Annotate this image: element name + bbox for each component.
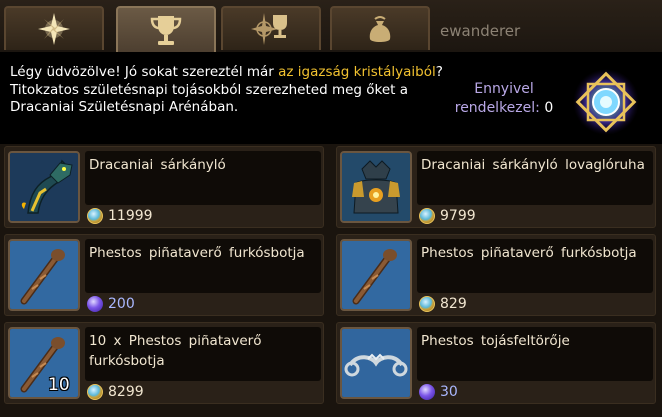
item-price-value: 11999: [108, 208, 153, 224]
item-name-box: 10 x Phestos piñataverő furkósbotja: [85, 327, 321, 381]
riding-armor-icon[interactable]: [340, 151, 412, 223]
club-icon[interactable]: 10: [8, 327, 80, 399]
item-price: 11999: [87, 207, 153, 225]
item-name: Phestos piñataverő furkósbotja: [89, 245, 305, 261]
tab-trophy[interactable]: [116, 6, 216, 52]
item-price: 829: [419, 295, 467, 313]
trophy-icon: [150, 16, 182, 45]
shop-item-card[interactable]: Dracaniai sárkányló lovaglóruha 9799: [336, 146, 656, 228]
item-name-box: Phestos tojásfeltörője: [417, 327, 653, 381]
shop-item-card[interactable]: Phestos piñataverő furkósbotja 829: [336, 234, 656, 316]
item-name-box: Phestos piñataverő furkósbotja: [85, 239, 321, 293]
gold-coin-icon: [87, 208, 103, 224]
compass-trophy-icon: [251, 13, 287, 45]
egg-cracker-icon[interactable]: [340, 327, 412, 399]
item-price-value: 9799: [440, 208, 476, 224]
gold-coin-icon: [419, 296, 435, 312]
username: ewanderer: [440, 22, 521, 40]
item-name: Dracaniai sárkányló: [89, 157, 226, 173]
truth-crystal-icon: [573, 69, 639, 135]
compass-star-icon: [38, 13, 70, 45]
balance-label: Ennyivel rendelkezel: 0: [454, 80, 554, 118]
money-bag-icon: [369, 16, 391, 42]
shop-item-card[interactable]: 10 10 x Phestos piñataverő furkósbotja 829…: [4, 322, 324, 404]
purple-gem-icon: [419, 384, 435, 400]
balance-value: 0: [544, 100, 554, 116]
tab-compass-trophy[interactable]: [221, 6, 321, 50]
item-name-box: Dracaniai sárkányló: [85, 151, 321, 205]
purple-gem-icon: [87, 296, 103, 312]
item-price: 8299: [87, 383, 144, 401]
item-price: 9799: [419, 207, 476, 225]
club-icon[interactable]: [8, 239, 80, 311]
tab-bag[interactable]: [330, 6, 430, 50]
shop-item-card[interactable]: Phestos piñataverő furkósbotja 200: [4, 234, 324, 316]
tab-star[interactable]: [4, 6, 104, 50]
item-name-box: Dracaniai sárkányló lovaglóruha: [417, 151, 653, 205]
tab-bar: ewanderer: [0, 0, 662, 52]
item-name: Phestos piñataverő furkósbotja: [421, 245, 637, 261]
item-price-value: 829: [440, 296, 467, 312]
shop-item-card[interactable]: Dracaniai sárkányló 11999: [4, 146, 324, 228]
info-banner: Légy üdvözölve! Jó sokat szereztél már a…: [0, 52, 662, 144]
banner-highlight-link[interactable]: az igazság kristályaiból: [278, 64, 436, 80]
item-price-value: 30: [440, 384, 458, 400]
dragon-mount-icon[interactable]: [8, 151, 80, 223]
balance-label-text: Ennyivel rendelkezel:: [454, 81, 540, 116]
banner-text-before: Légy üdvözölve! Jó sokat szereztél már: [10, 64, 279, 80]
gold-coin-icon: [87, 384, 103, 400]
item-price: 30: [419, 383, 458, 401]
gold-coin-icon: [419, 208, 435, 224]
item-name: Dracaniai sárkányló lovaglóruha: [421, 157, 645, 173]
item-name: Phestos tojásfeltörője: [421, 333, 570, 349]
item-name: 10 x Phestos piñataverő furkósbotja: [89, 333, 262, 369]
item-name-box: Phestos piñataverő furkósbotja: [417, 239, 653, 293]
shop-item-card[interactable]: Phestos tojásfeltörője 30: [336, 322, 656, 404]
item-quantity: 10: [48, 375, 70, 395]
item-price-value: 8299: [108, 384, 144, 400]
club-icon[interactable]: [340, 239, 412, 311]
item-price: 200: [87, 295, 135, 313]
banner-text: Légy üdvözölve! Jó sokat szereztél már a…: [10, 64, 450, 117]
item-price-value: 200: [108, 296, 135, 312]
